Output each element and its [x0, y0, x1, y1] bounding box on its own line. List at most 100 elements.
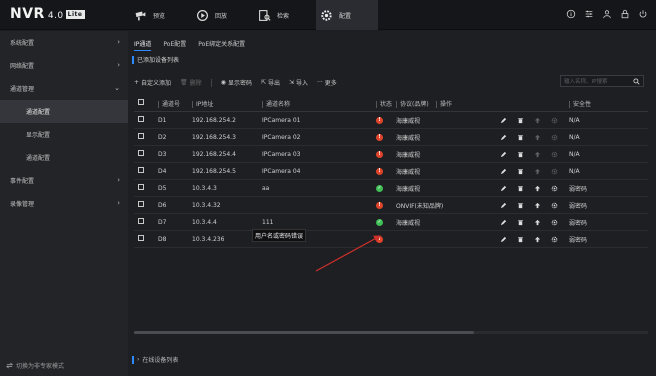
sidebar-item-display-config[interactable]: 显示配置 [0, 123, 128, 146]
delete-icon[interactable] [517, 151, 534, 158]
table-row[interactable]: D1 192.168.254.2 IPCamera 01! 海康威视 N/A [134, 112, 648, 129]
settings-icon[interactable] [551, 168, 569, 175]
row-checkbox[interactable] [138, 184, 144, 190]
edit-icon[interactable] [500, 236, 517, 243]
expert-mode-toggle[interactable]: 切换为非专家模式 [6, 361, 64, 370]
info-icon[interactable] [566, 9, 576, 19]
row-checkbox[interactable] [138, 133, 144, 139]
table-row[interactable]: D810.3.4.236IPCamera 08!弱密码 [134, 231, 648, 248]
sidebar-item-event[interactable]: 事件配置 › [0, 169, 128, 192]
nav-playback[interactable]: 回放 [192, 0, 254, 30]
edit-icon[interactable] [500, 134, 517, 141]
settings-icon[interactable] [551, 151, 569, 158]
status-ok-icon[interactable]: ✓ [376, 185, 383, 192]
delete-icon[interactable] [517, 134, 534, 141]
horizontal-scrollbar[interactable] [134, 331, 648, 334]
table-row[interactable]: D3 192.168.254.4 IPCamera 03! 海康威视 N/A [134, 146, 648, 163]
edit-icon[interactable] [500, 117, 517, 124]
settings-icon[interactable] [551, 219, 569, 226]
sidebar-item-channel-mgmt[interactable]: 通道管理 ⌄ [0, 77, 128, 100]
upgrade-icon[interactable] [534, 202, 551, 209]
col-name[interactable]: 通道名称 [262, 99, 376, 108]
settings-icon[interactable] [551, 117, 569, 124]
row-checkbox[interactable] [138, 150, 144, 156]
cell-name: IPCamera 01 [262, 116, 301, 124]
delete-icon[interactable] [517, 219, 534, 226]
user-icon[interactable] [602, 9, 612, 19]
delete-icon[interactable] [517, 236, 534, 243]
online-devices-link[interactable]: › 在线设备列表 [132, 355, 178, 364]
sidebar-item-channel-config-2[interactable]: 通道配置 [0, 146, 128, 169]
status-ok-icon[interactable]: ✓ [376, 219, 383, 226]
table-row[interactable]: D5 10.3.4.3 aa ✓ 海康威视 弱密码 [134, 180, 648, 197]
upgrade-icon[interactable] [534, 236, 551, 243]
delete-icon[interactable] [517, 117, 534, 124]
settings-icon[interactable] [551, 236, 569, 243]
upgrade-icon[interactable] [534, 151, 551, 158]
sidebar-item-label: 通道配置 [26, 155, 51, 162]
edit-icon[interactable] [500, 151, 517, 158]
cell-channel: D1 [158, 116, 167, 124]
upgrade-icon[interactable] [534, 185, 551, 192]
status-error-icon[interactable]: ! [376, 117, 383, 124]
settings-icon[interactable] [551, 185, 569, 192]
sidebar-item-label: 事件配置 [10, 178, 35, 185]
cell-security: 弱密码 [569, 236, 588, 244]
sidebar-item-system[interactable]: 系统配置 › [0, 31, 128, 54]
row-checkbox[interactable] [138, 218, 144, 224]
upgrade-icon[interactable] [534, 168, 551, 175]
tab-ip-channel[interactable]: IP通道 [134, 39, 152, 51]
upgrade-icon[interactable] [534, 134, 551, 141]
add-button[interactable]: + 自定义添加 [134, 78, 171, 87]
tab-poe-config[interactable]: PoE配置 [163, 39, 186, 51]
scrollbar-thumb[interactable] [134, 331, 474, 334]
col-channel[interactable]: 通道号 [158, 99, 192, 108]
cell-channel: D3 [158, 150, 167, 158]
search-icon[interactable] [633, 77, 640, 85]
row-checkbox[interactable] [138, 235, 144, 241]
row-checkbox[interactable] [138, 116, 144, 122]
status-error-icon[interactable]: ! [376, 236, 383, 243]
settings-icon[interactable] [551, 202, 569, 209]
delete-icon[interactable] [517, 168, 534, 175]
upgrade-icon[interactable] [534, 117, 551, 124]
nav-config[interactable]: 配置 [316, 0, 378, 30]
import-button[interactable]: ⇲ 导入 [289, 78, 308, 87]
row-checkbox[interactable] [138, 201, 144, 207]
col-ip[interactable]: IP地址 [192, 99, 262, 108]
sidebar-item-network[interactable]: 网络配置 › [0, 54, 128, 77]
cell-protocol: 海康威视 [396, 185, 421, 193]
delete-icon[interactable] [517, 185, 534, 192]
table-row[interactable]: D2 192.168.254.3 IPCamera 02! 海康威视 N/A [134, 129, 648, 146]
search-input[interactable]: 输入名称、IP搜索 [560, 75, 644, 87]
table-row[interactable]: D6 10.3.4.32! ONVIF(未知品牌) 弱密码 [134, 197, 648, 214]
export-button[interactable]: ⇱ 导出 [261, 78, 280, 87]
power-icon[interactable] [638, 9, 648, 19]
table-row[interactable]: D7 10.3.4.4 111 ✓ 海康威视 弱密码 [134, 214, 648, 231]
delete-icon[interactable] [517, 202, 534, 209]
select-all-checkbox[interactable] [138, 99, 144, 105]
status-error-icon[interactable]: ! [376, 202, 383, 209]
delete-button[interactable]: 🗑 删除 [180, 78, 202, 87]
edit-icon[interactable] [500, 185, 517, 192]
sidebar-item-channel-config[interactable]: 通道配置 [0, 100, 128, 123]
table-row[interactable]: D4 192.168.254.5 IPCamera 04! 海康威视 N/A [134, 163, 648, 180]
row-checkbox[interactable] [138, 167, 144, 173]
lock-icon[interactable] [620, 9, 630, 19]
status-error-icon[interactable]: ! [376, 134, 383, 141]
status-error-icon[interactable]: ! [376, 168, 383, 175]
status-error-icon[interactable]: ! [376, 151, 383, 158]
upgrade-icon[interactable] [534, 219, 551, 226]
edit-icon[interactable] [500, 168, 517, 175]
show-password-button[interactable]: ◉ 显示密码 [221, 78, 252, 87]
settings-icon[interactable] [584, 9, 594, 19]
nav-search[interactable]: 检索 [254, 0, 316, 30]
tab-poe-binding[interactable]: PoE绑定关系配置 [198, 39, 245, 51]
settings-icon[interactable] [551, 134, 569, 141]
more-button[interactable]: ··· 更多 [317, 78, 337, 87]
edit-icon[interactable] [500, 202, 517, 209]
nav-preview[interactable]: 预览 [130, 0, 192, 30]
search-file-icon [259, 9, 271, 21]
sidebar-item-recording[interactable]: 录像管理 › [0, 192, 128, 215]
edit-icon[interactable] [500, 219, 517, 226]
